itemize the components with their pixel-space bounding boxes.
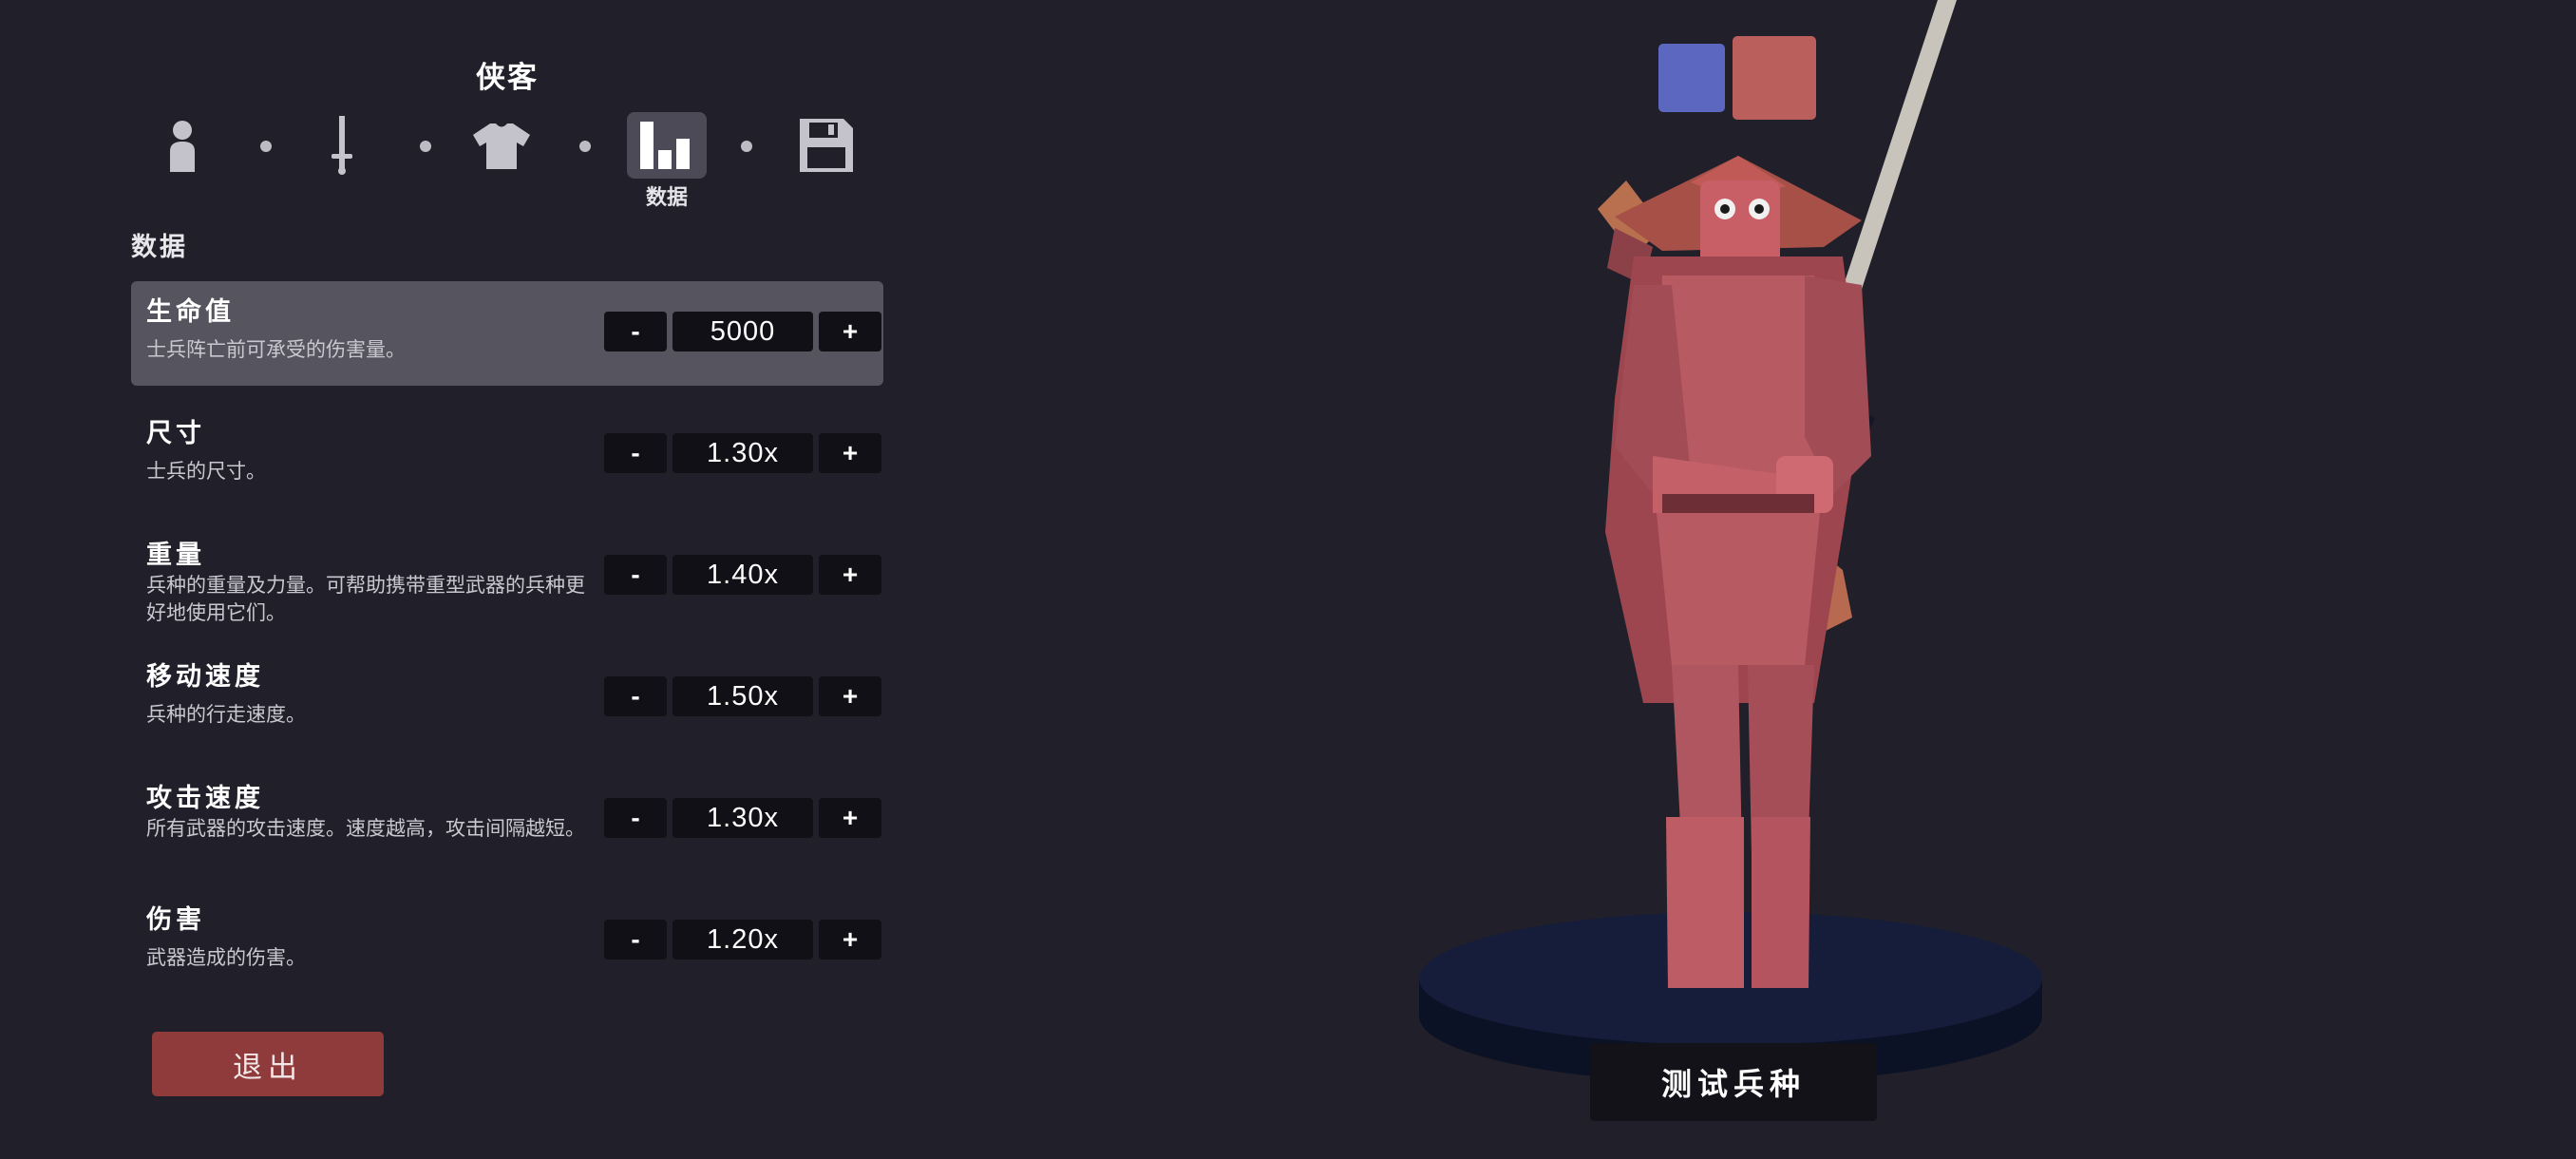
step-stats-label: 数据	[645, 186, 688, 210]
editor-step-nav: 数据	[142, 112, 874, 217]
stat-name: 移动速度	[146, 662, 264, 692]
stat-stepper: - 1.50x +	[604, 676, 881, 718]
stat-name: 生命值	[146, 297, 235, 327]
stat-description: 兵种的行走速度。	[146, 703, 306, 726]
stats-bar-icon	[640, 122, 693, 169]
decrease-button[interactable]: -	[604, 433, 667, 473]
increase-button[interactable]: +	[819, 555, 881, 595]
sword-icon	[329, 116, 355, 175]
stat-description: 兵种的重量及力量。可帮助携带重型武器的兵种更好地使用它们。	[146, 574, 585, 624]
stat-value-field[interactable]: 1.50x	[672, 676, 813, 716]
stat-row-size[interactable]: 尺寸 士兵的尺寸。 - 1.30x +	[131, 403, 883, 507]
stat-stepper: - 1.30x +	[604, 433, 881, 475]
stat-row-move-speed[interactable]: 移动速度 兵种的行走速度。 - 1.50x +	[131, 646, 883, 750]
stat-row-damage[interactable]: 伤害 武器造成的伤害。 - 1.20x +	[131, 889, 883, 994]
section-title-stats: 数据	[131, 233, 188, 262]
decrease-button[interactable]: -	[604, 920, 667, 960]
person-icon	[166, 119, 199, 172]
increase-button[interactable]: +	[819, 676, 881, 716]
decrease-button[interactable]: -	[604, 312, 667, 352]
test-unit-button[interactable]: 测试兵种	[1590, 1043, 1877, 1121]
stat-value-field[interactable]: 1.30x	[672, 433, 813, 473]
increase-button[interactable]: +	[819, 920, 881, 960]
stat-description: 武器造成的伤害。	[146, 946, 306, 969]
decrease-button[interactable]: -	[604, 676, 667, 716]
stat-row-weight[interactable]: 重量 兵种的重量及力量。可帮助携带重型武器的兵种更好地使用它们。 - 1.40x…	[131, 524, 883, 629]
stat-value-field[interactable]: 1.20x	[672, 920, 813, 960]
stat-description: 士兵阵亡前可承受的伤害量。	[146, 338, 406, 361]
stat-stepper: - 1.20x +	[604, 920, 881, 961]
stat-name: 伤害	[146, 905, 205, 935]
exit-button[interactable]: 退出	[152, 1032, 384, 1096]
step-clothing[interactable]	[462, 112, 541, 179]
stat-description: 士兵的尺寸。	[146, 460, 266, 483]
step-separator-dot	[260, 141, 272, 152]
step-separator-dot	[579, 141, 591, 152]
save-disk-icon	[800, 119, 853, 172]
stat-stepper: - 5000 +	[604, 312, 881, 353]
stat-description: 所有武器的攻击速度。速度越高，攻击间隔越短。	[146, 817, 585, 840]
step-stats[interactable]	[627, 112, 707, 179]
stat-stepper: - 1.30x +	[604, 798, 881, 840]
step-weapons[interactable]	[302, 112, 382, 179]
stat-name: 尺寸	[146, 419, 205, 448]
increase-button[interactable]: +	[819, 312, 881, 352]
shirt-icon	[473, 122, 530, 169]
unit-preview-render	[1419, 0, 2042, 1083]
stat-stepper: - 1.40x +	[604, 555, 881, 597]
unit-preview-viewport[interactable]	[1330, 0, 2185, 1159]
step-separator-dot	[741, 141, 752, 152]
step-appearance[interactable]	[142, 112, 222, 179]
stat-value-field[interactable]: 1.40x	[672, 555, 813, 595]
step-save[interactable]	[786, 112, 866, 179]
increase-button[interactable]: +	[819, 798, 881, 838]
stat-row-attack-speed[interactable]: 攻击速度 所有武器的攻击速度。速度越高，攻击间隔越短。 - 1.30x +	[131, 768, 883, 872]
stat-row-health[interactable]: 生命值 士兵阵亡前可承受的伤害量。 - 5000 +	[131, 281, 883, 386]
stat-value-field[interactable]: 1.30x	[672, 798, 813, 838]
stat-name: 重量	[146, 541, 205, 570]
decrease-button[interactable]: -	[604, 555, 667, 595]
increase-button[interactable]: +	[819, 433, 881, 473]
unit-name-title: 侠客	[476, 61, 539, 95]
step-separator-dot	[420, 141, 431, 152]
decrease-button[interactable]: -	[604, 798, 667, 838]
unit-editor-screen: 侠客 数据 数据 生命值 士兵阵亡前可承受的伤害量。 - 5000 + 尺寸 士…	[0, 0, 2576, 1159]
stat-name: 攻击速度	[146, 784, 264, 813]
stat-value-field[interactable]: 5000	[672, 312, 813, 352]
